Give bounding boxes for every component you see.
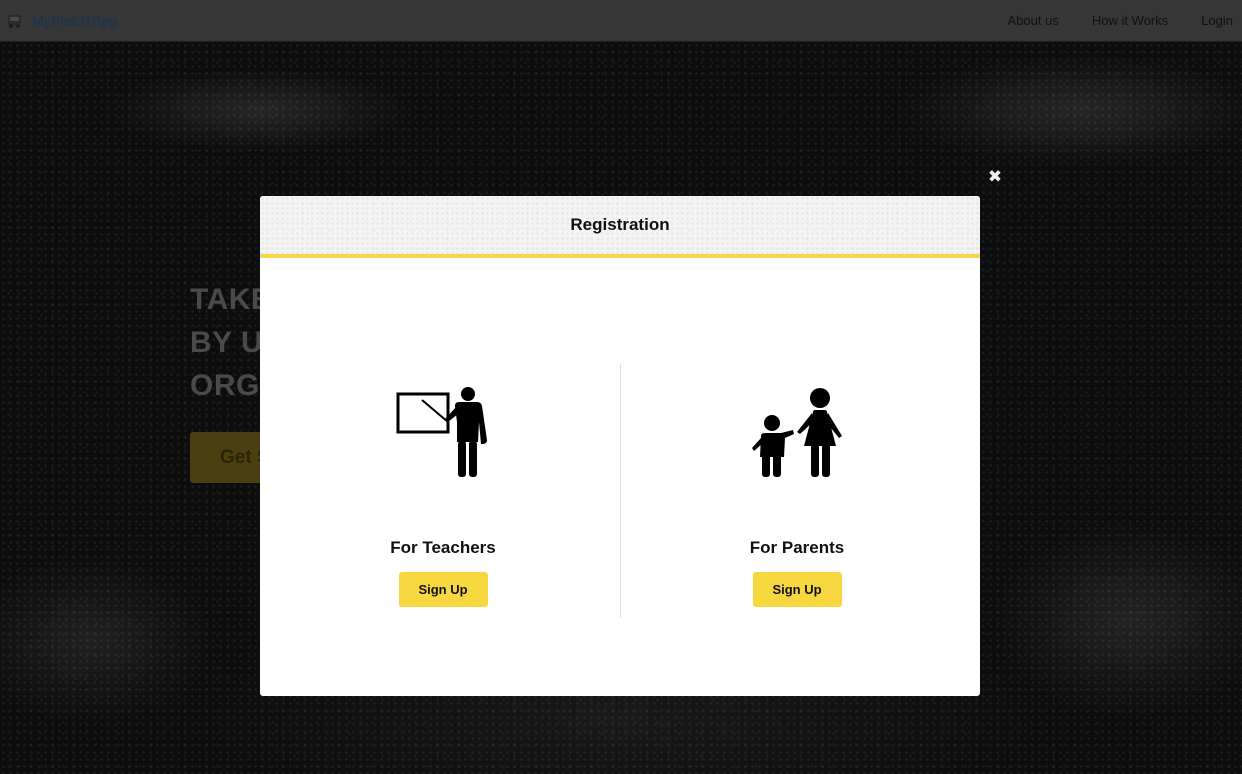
parents-title: For Parents	[749, 538, 845, 557]
teacher-icon	[396, 387, 487, 477]
nav-how-it-works[interactable]: How it Works	[1092, 13, 1168, 28]
navbar: MyFieldTripp About us How it Works Login	[0, 0, 1242, 42]
parents-option: For Parents Sign Up	[697, 386, 897, 607]
modal-title: Registration	[570, 215, 670, 234]
parents-sign-up-button[interactable]: Sign Up	[752, 572, 842, 607]
bus-logo-icon	[8, 15, 21, 28]
modal-body: For Teachers Sign Up For Parents Sign Up	[260, 258, 980, 696]
nav-login[interactable]: Login	[1201, 13, 1233, 28]
column-divider	[620, 364, 621, 618]
brand-name: MyFieldTripp	[32, 12, 119, 29]
teachers-option: For Teachers Sign Up	[343, 386, 543, 607]
modal-header: Registration	[260, 196, 980, 258]
teachers-title: For Teachers	[390, 538, 496, 557]
teachers-sign-up-button[interactable]: Sign Up	[398, 572, 488, 607]
parents-children-icon	[752, 388, 842, 477]
nav-about-us[interactable]: About us	[1008, 13, 1059, 28]
registration-modal: Registration For Teachers Sign Up For Pa…	[260, 196, 980, 696]
brand-link[interactable]: MyFieldTripp	[6, 0, 118, 41]
close-icon[interactable]: ✖	[986, 168, 1004, 186]
nav-links: About us How it Works Login	[975, 0, 1242, 41]
